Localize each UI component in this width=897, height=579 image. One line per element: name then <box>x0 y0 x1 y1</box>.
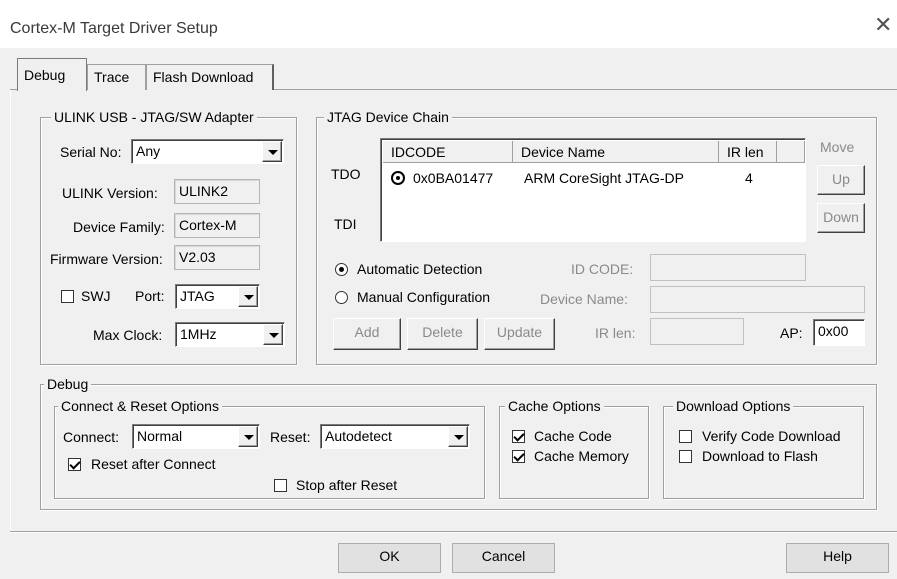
dialog-separator <box>10 531 897 533</box>
reset-after-connect-label: Reset after Connect <box>91 456 216 472</box>
ok-button[interactable]: OK <box>338 543 441 573</box>
device-family-field: Cortex-M <box>174 213 260 238</box>
stop-after-reset-label: Stop after Reset <box>296 477 398 493</box>
chevron-down-icon <box>454 435 464 440</box>
download-to-flash-checkbox[interactable] <box>679 450 692 463</box>
update-button[interactable]: Update <box>484 318 555 350</box>
help-button[interactable]: Help <box>786 543 889 573</box>
ap-label: AP: <box>780 325 803 341</box>
reset-value: Autodetect <box>325 428 392 444</box>
chevron-down-icon <box>244 435 254 440</box>
id-code-field[interactable] <box>650 254 806 281</box>
reset-label: Reset: <box>270 429 311 445</box>
automatic-detection-radio[interactable] <box>335 263 348 276</box>
tdo-label: TDO <box>331 166 361 182</box>
table-row[interactable]: 0x0BA01477 ARM CoreSight JTAG-DP 4 <box>383 167 803 189</box>
device-name-label: Device Name: <box>540 291 628 307</box>
serial-dropdown-button[interactable] <box>262 141 282 162</box>
reset-after-connect-checkbox[interactable] <box>68 458 81 471</box>
chevron-down-icon <box>269 333 279 338</box>
move-up-button[interactable]: Up <box>817 165 865 195</box>
tdi-label: TDI <box>334 216 357 232</box>
row-device-name: ARM CoreSight JTAG-DP <box>524 170 684 186</box>
column-header-filler <box>777 141 805 163</box>
connect-dropdown-button[interactable] <box>238 426 258 447</box>
port-combo[interactable]: JTAG <box>175 284 260 309</box>
ir-len-field[interactable] <box>650 318 744 345</box>
ulink-version-label: ULINK Version: <box>62 185 158 201</box>
manual-configuration-radio[interactable] <box>335 291 348 304</box>
manual-configuration-label: Manual Configuration <box>357 289 491 305</box>
ap-field[interactable]: 0x00 <box>813 319 865 346</box>
firmware-version-label: Firmware Version: <box>50 251 163 267</box>
swj-label: SWJ <box>81 288 111 304</box>
window-title: Cortex-M Target Driver Setup <box>10 20 218 37</box>
cache-options-title: Cache Options <box>505 398 604 414</box>
column-header-ir-len[interactable]: IR len <box>719 141 777 163</box>
serial-value: Any <box>136 143 161 159</box>
connect-reset-title: Connect & Reset Options <box>58 398 222 414</box>
port-dropdown-button[interactable] <box>238 286 258 307</box>
stop-after-reset-checkbox[interactable] <box>274 479 287 492</box>
device-family-label: Device Family: <box>73 219 165 235</box>
column-header-device-name[interactable]: Device Name <box>513 141 719 163</box>
reset-dropdown-button[interactable] <box>448 426 468 447</box>
connect-combo[interactable]: Normal <box>132 424 260 449</box>
device-name-field[interactable] <box>650 286 865 313</box>
debug-group-title: Debug <box>44 376 92 392</box>
ulink-version-field: ULINK2 <box>174 179 260 204</box>
cache-code-checkbox[interactable] <box>512 430 525 443</box>
connect-reset-group: Connect & Reset Options <box>54 398 485 499</box>
connect-value: Normal <box>137 428 183 444</box>
connect-label: Connect: <box>63 429 120 445</box>
swj-checkbox[interactable] <box>61 290 74 303</box>
ir-len-label: IR len: <box>595 325 636 341</box>
serial-combo[interactable]: Any <box>131 139 284 164</box>
cache-memory-checkbox[interactable] <box>512 450 525 463</box>
serial-label: Serial No: <box>60 144 122 160</box>
port-value: JTAG <box>180 288 215 304</box>
firmware-version-field: V2.03 <box>174 245 260 270</box>
download-options-title: Download Options <box>673 398 794 414</box>
delete-button[interactable]: Delete <box>407 318 478 350</box>
cancel-button[interactable]: Cancel <box>452 543 555 573</box>
adapter-group-title: ULINK USB - JTAG/SW Adapter <box>51 109 257 125</box>
chevron-down-icon <box>268 150 278 155</box>
cache-code-label: Cache Code <box>534 428 612 444</box>
tab-trace[interactable]: Trace <box>87 64 146 90</box>
selected-device-icon <box>391 171 405 185</box>
tab-flash-download[interactable]: Flash Download <box>146 64 274 90</box>
move-down-button[interactable]: Down <box>817 203 865 233</box>
column-header-idcode[interactable]: IDCODE <box>383 141 513 163</box>
close-icon[interactable]: ✕ <box>874 14 892 36</box>
chevron-down-icon <box>244 295 254 300</box>
port-label: Port: <box>135 288 165 304</box>
row-ir-len: 4 <box>745 170 753 186</box>
jtag-chain-title: JTAG Device Chain <box>324 109 452 125</box>
verify-code-download-checkbox[interactable] <box>679 430 692 443</box>
device-chain-list[interactable]: IDCODE Device Name IR len 0x0BA01477 ARM… <box>380 138 806 242</box>
id-code-label: ID CODE: <box>571 261 634 277</box>
reset-combo[interactable]: Autodetect <box>320 424 470 449</box>
max-clock-dropdown-button[interactable] <box>263 324 283 345</box>
add-button[interactable]: Add <box>333 318 401 350</box>
verify-code-download-label: Verify Code Download <box>702 428 841 444</box>
max-clock-value: 1MHz <box>180 326 217 342</box>
move-label: Move <box>820 139 855 155</box>
row-idcode: 0x0BA01477 <box>413 170 494 186</box>
download-to-flash-label: Download to Flash <box>702 448 818 464</box>
automatic-detection-label: Automatic Detection <box>357 261 483 277</box>
tab-debug[interactable]: Debug <box>17 58 87 91</box>
cache-memory-label: Cache Memory <box>534 448 629 464</box>
max-clock-label: Max Clock: <box>93 327 163 343</box>
max-clock-combo[interactable]: 1MHz <box>175 322 285 347</box>
